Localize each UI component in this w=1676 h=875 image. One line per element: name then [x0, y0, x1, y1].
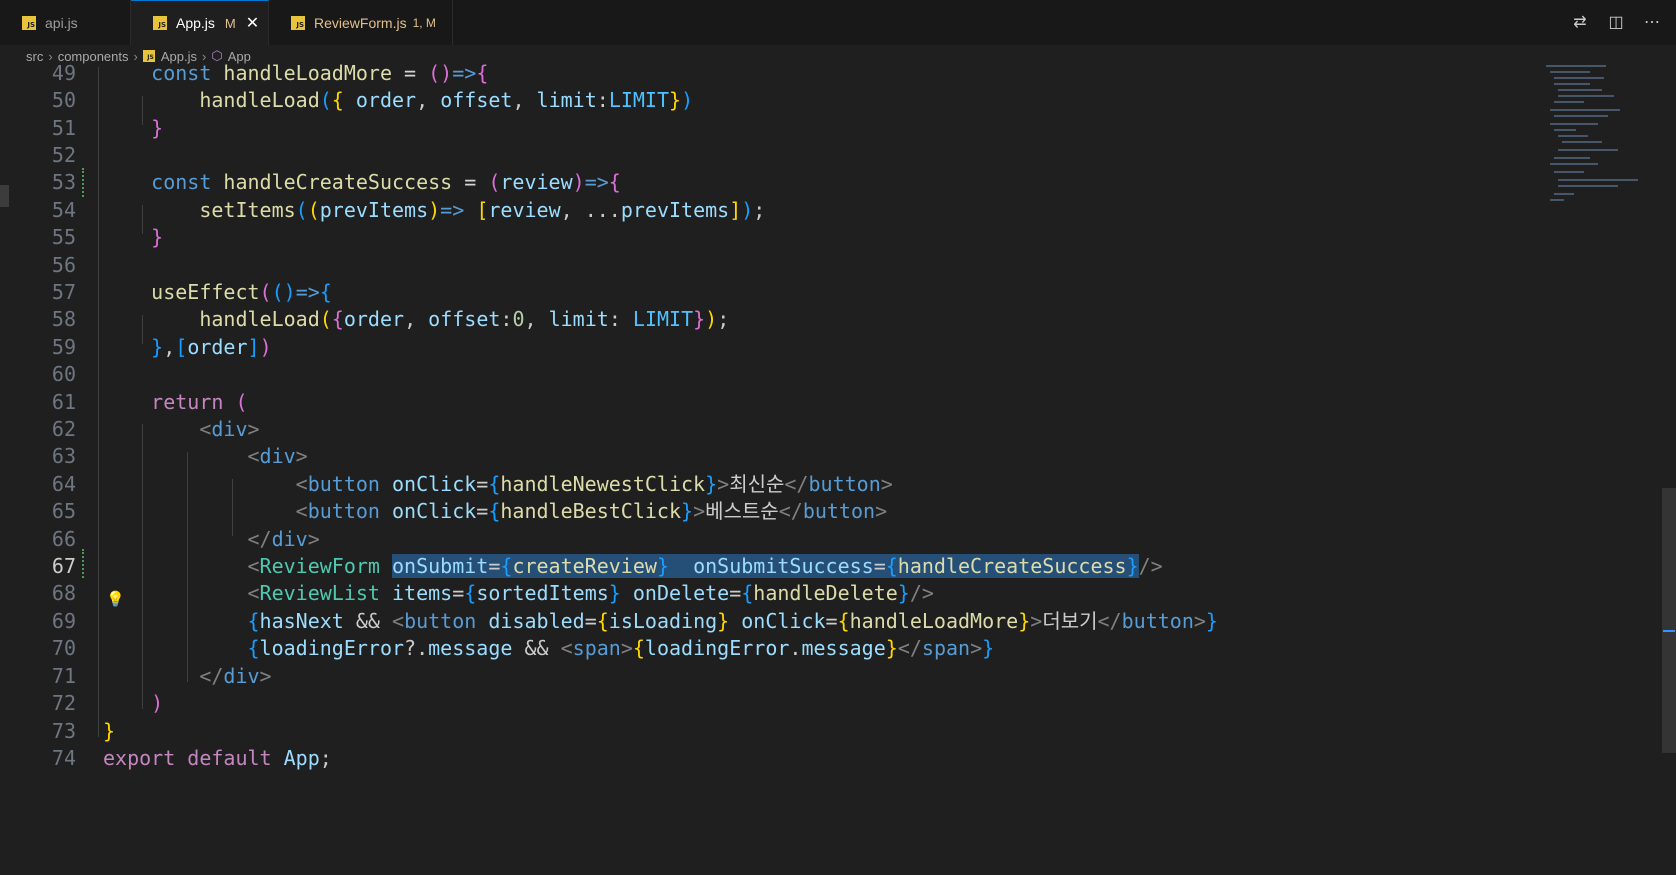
- minimap[interactable]: [1546, 63, 1666, 223]
- modified-indicator: M: [224, 15, 236, 31]
- scrollbar-selection-marker: [1663, 630, 1675, 632]
- javascript-file-icon: JS: [22, 15, 36, 30]
- problem-modified-indicator: 1, M: [412, 15, 436, 30]
- indent-guide: [98, 67, 99, 737]
- tab-api-js[interactable]: JS api.js: [0, 0, 131, 45]
- git-change-marker: [82, 549, 87, 578]
- tab-label: App.js: [176, 15, 215, 31]
- javascript-file-icon: JS: [153, 16, 167, 30]
- git-change-marker: [82, 168, 87, 197]
- tab-label: api.js: [45, 14, 78, 31]
- more-actions-icon[interactable]: ⋯: [1642, 12, 1662, 32]
- tab-reviewform-js[interactable]: JS ReviewForm.js 1, M: [269, 0, 453, 45]
- split-editor-icon[interactable]: ◫: [1606, 12, 1626, 32]
- close-icon[interactable]: ✕: [246, 13, 259, 33]
- tab-app-js[interactable]: JS App.js M ✕: [131, 0, 269, 45]
- open-changes-icon[interactable]: ⇄: [1570, 12, 1590, 32]
- tab-label: ReviewForm.js: [314, 14, 407, 31]
- scrollbar-thumb[interactable]: [1662, 488, 1676, 753]
- code-editor[interactable]: 💡 49 const handleLoadMore = ()=>{ 50 han…: [0, 61, 1676, 875]
- editor-actions: ⇄ ◫ ⋯: [1570, 12, 1662, 32]
- vertical-scrollbar[interactable]: [1662, 67, 1676, 875]
- tab-bar: JS api.js JS App.js M ✕ JS ReviewForm.js…: [0, 0, 1676, 46]
- javascript-file-icon: JS: [291, 15, 305, 30]
